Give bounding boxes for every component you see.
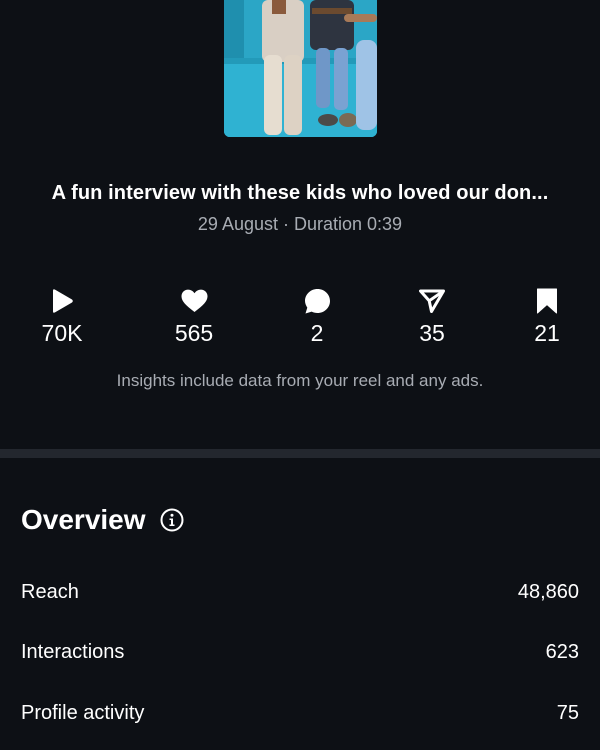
likes-count: 565 — [174, 320, 214, 346]
comments-stat: 2 — [277, 286, 357, 347]
share-icon — [392, 286, 472, 316]
metric-profile-activity[interactable]: Profile activity 75 — [21, 702, 579, 725]
metric-label: Reach — [21, 581, 79, 603]
metric-label: Interactions — [21, 641, 125, 663]
reel-thumbnail[interactable] — [224, 0, 377, 137]
play-icon — [22, 286, 102, 316]
reel-thumbnail-image — [224, 0, 377, 137]
shares-count: 35 — [419, 320, 445, 346]
metric-label: Profile activity — [21, 702, 145, 724]
heart-icon — [154, 286, 234, 316]
metric-reach[interactable]: Reach 48,860 — [21, 581, 579, 604]
metric-interactions[interactable]: Interactions 623 — [21, 641, 579, 664]
comment-icon — [277, 286, 357, 316]
metric-value: 623 — [545, 641, 579, 663]
plays-stat: 70K — [22, 286, 102, 347]
metric-value: 48,860 — [517, 581, 579, 603]
metric-value: 75 — [556, 702, 579, 724]
reel-date-duration: 29 August · Duration 0:39 — [197, 214, 403, 234]
section-divider — [0, 449, 600, 458]
reel-title: A fun interview with these kids who love… — [51, 182, 549, 204]
overview-title: Overview — [21, 504, 146, 535]
comments-count: 2 — [310, 320, 324, 346]
likes-stat: 565 — [154, 286, 234, 347]
info-icon[interactable] — [160, 508, 184, 532]
overview-header: Overview — [21, 504, 184, 536]
bookmark-icon — [507, 286, 587, 316]
saves-stat: 21 — [507, 286, 587, 347]
saves-count: 21 — [534, 320, 560, 346]
insights-note: Insights include data from your reel and… — [116, 371, 484, 390]
engagement-stats: 70K 565 2 35 21 — [0, 286, 600, 356]
shares-stat: 35 — [392, 286, 472, 347]
plays-count: 70K — [41, 320, 83, 346]
